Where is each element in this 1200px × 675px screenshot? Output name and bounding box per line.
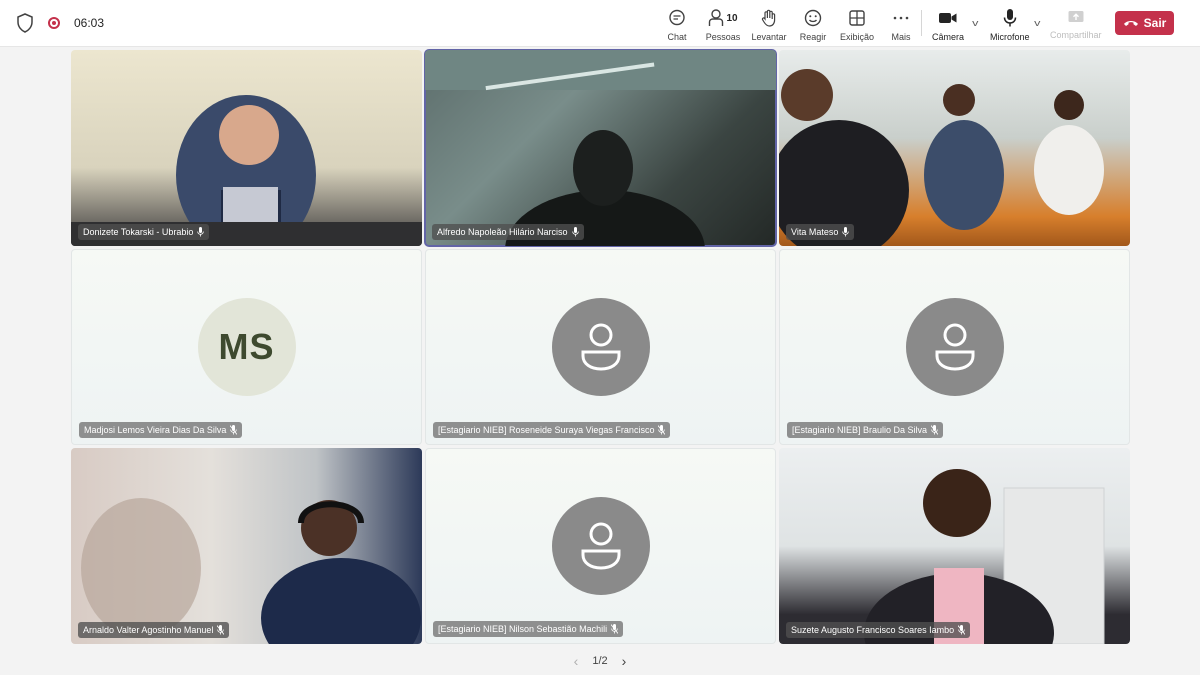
toolbar-left: 06:03 [16, 13, 104, 33]
participant-name-tag: [Estagiario NIEB] Roseneide Suraya Viega… [433, 422, 671, 438]
raise-hand-button[interactable]: Levantar [747, 8, 791, 42]
microphone-options-chevron-icon[interactable]: v [1034, 18, 1040, 28]
more-icon [893, 16, 909, 20]
microphone-muted-icon [217, 625, 225, 635]
more-label: Mais [891, 32, 911, 42]
microphone-icon [197, 227, 205, 237]
participant-tile[interactable]: MS Madjosi Lemos Vieira Dias Da Silva [71, 249, 422, 445]
participant-tile[interactable]: [Estagiario NIEB] Nilson Sebastião Machi… [425, 448, 776, 644]
people-label: Pessoas [705, 32, 741, 42]
page-indicator: 1/2 [592, 655, 608, 667]
participant-name: Arnaldo Valter Agostinho Manuel [83, 625, 214, 635]
smiley-icon [804, 9, 822, 27]
video-feed [779, 69, 1104, 246]
camera-options-chevron-icon[interactable]: v [972, 18, 978, 28]
chat-button[interactable]: Chat [655, 8, 699, 42]
participant-tile[interactable]: Vita Mateso [779, 50, 1130, 246]
meeting-toolbar: 06:03 Chat 10 Pessoas Levantar Reagir Ex… [0, 0, 1200, 47]
participant-name: Vita Mateso [791, 227, 839, 237]
avatar-initials: MS [218, 326, 275, 367]
avatar [551, 298, 650, 396]
participant-name-tag: Donizete Tokarski - Ubrabio [78, 224, 210, 240]
previous-page-chevron-icon[interactable]: ‹ [574, 653, 579, 669]
grid-view-icon [849, 10, 865, 26]
leave-label: Sair [1143, 16, 1167, 30]
leave-button[interactable]: Sair [1115, 11, 1174, 35]
microphone-label: Microfone [990, 32, 1030, 42]
react-label: Reagir [799, 32, 827, 42]
camera-label: Câmera [932, 32, 965, 42]
microphone-muted-icon [230, 425, 238, 435]
people-count: 10 [726, 12, 738, 24]
participant-tile[interactable]: Arnaldo Valter Agostinho Manuel [71, 448, 422, 644]
hand-icon [761, 9, 776, 27]
raise-label: Levantar [751, 32, 787, 42]
microphone-muted-icon [658, 425, 666, 435]
participant-tile[interactable]: Donizete Tokarski - Ubrabio [71, 50, 422, 246]
shield-icon[interactable] [16, 13, 34, 33]
participant-name-tag: Arnaldo Valter Agostinho Manuel [78, 622, 230, 638]
participant-name-tag: [Estagiario NIEB] Nilson Sebastião Machi… [433, 621, 624, 637]
people-button[interactable]: 10 Pessoas [699, 8, 747, 42]
person-icon [581, 522, 620, 570]
microphone-icon [1003, 9, 1016, 27]
participant-name-tag: Vita Mateso [786, 224, 855, 240]
video-feed [81, 498, 421, 644]
participant-name-tag: Alfredo Napoleão Hilário Narciso [432, 224, 584, 240]
participant-name-tag: Suzete Augusto Francisco Soares Iambo [786, 622, 971, 638]
phone-hangup-icon [1123, 21, 1138, 26]
toolbar-divider [921, 10, 922, 36]
share-label: Compartilhar [1050, 30, 1102, 40]
more-button[interactable]: Mais [879, 8, 923, 42]
participant-name: [Estagiario NIEB] Braulio Da Silva [792, 425, 928, 435]
avatar [551, 497, 650, 595]
participant-name-tag: Madjosi Lemos Vieira Dias Da Silva [79, 422, 243, 438]
microphone-icon [842, 227, 850, 237]
next-page-chevron-icon[interactable]: › [622, 653, 627, 669]
microphone-icon [571, 227, 579, 237]
meeting-timer: 06:03 [74, 16, 105, 30]
participant-tile[interactable]: [Estagiario NIEB] Roseneide Suraya Viega… [425, 249, 776, 445]
participant-tile[interactable]: Suzete Augusto Francisco Soares Iambo [779, 448, 1130, 644]
video-feed [71, 95, 422, 246]
microphone-muted-icon [931, 425, 939, 435]
microphone-muted-icon [958, 625, 966, 635]
view-button[interactable]: Exibição [835, 8, 879, 42]
recording-icon [48, 17, 60, 29]
camera-icon [939, 13, 957, 23]
avatar [905, 298, 1004, 396]
chat-label: Chat [667, 32, 687, 42]
camera-button[interactable]: Câmera [932, 8, 964, 42]
avatar: MS [197, 298, 296, 396]
share-button[interactable]: Compartilhar [1050, 8, 1102, 40]
participant-tile-active[interactable]: Alfredo Napoleão Hilário Narciso [424, 49, 777, 247]
toolbar-tools: Chat 10 Pessoas Levantar Reagir Exibição… [655, 8, 923, 42]
microphone-muted-icon [611, 624, 619, 634]
participant-name: Suzete Augusto Francisco Soares Iambo [791, 625, 955, 635]
view-label: Exibição [839, 32, 875, 42]
chat-icon [669, 9, 685, 26]
participant-tile[interactable]: [Estagiario NIEB] Braulio Da Silva [779, 249, 1130, 445]
person-icon [935, 323, 974, 371]
participant-name: [Estagiario NIEB] Roseneide Suraya Viega… [438, 425, 655, 435]
microphone-button[interactable]: Microfone [990, 8, 1030, 42]
participant-name: Madjosi Lemos Vieira Dias Da Silva [84, 425, 227, 435]
participant-name: [Estagiario NIEB] Nilson Sebastião Machi… [438, 624, 608, 634]
people-icon [709, 9, 724, 26]
person-icon [581, 323, 620, 371]
participant-name: Alfredo Napoleão Hilário Narciso [437, 227, 568, 237]
participant-name: Donizete Tokarski - Ubrabio [83, 227, 194, 237]
react-button[interactable]: Reagir [791, 8, 835, 42]
video-feed [864, 469, 1105, 644]
video-feed [425, 50, 776, 246]
gallery-pager: ‹ 1/2 › [0, 647, 1200, 675]
participant-name-tag: [Estagiario NIEB] Braulio Da Silva [787, 422, 944, 438]
share-screen-icon [1068, 11, 1084, 22]
